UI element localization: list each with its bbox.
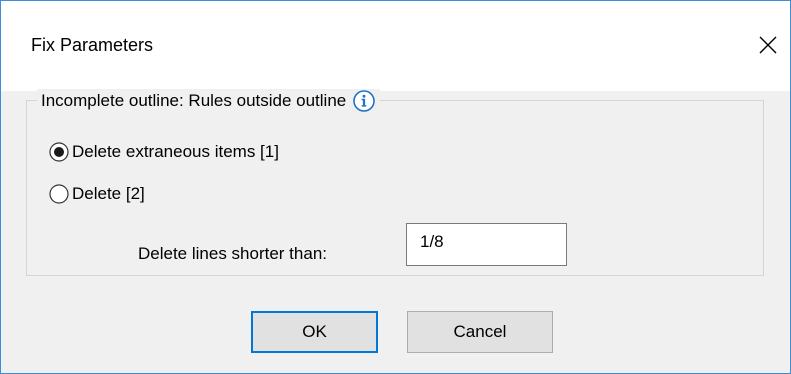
groupbox-legend: Incomplete outline: Rules outside outlin…	[37, 89, 381, 113]
radio-unselected-icon	[49, 184, 69, 204]
ok-button[interactable]: OK	[251, 311, 378, 353]
radio-delete-extraneous[interactable]: Delete extraneous items [1]	[49, 141, 279, 163]
radio-delete[interactable]: Delete [2]	[49, 183, 145, 205]
radio-delete-extraneous-label: Delete extraneous items [1]	[72, 142, 279, 161]
radio-selected-icon	[49, 142, 69, 162]
close-button[interactable]	[746, 25, 790, 65]
info-icon[interactable]	[352, 89, 376, 113]
dialog-title: Fix Parameters	[31, 35, 154, 55]
groupbox-title: Incomplete outline: Rules outside outlin…	[41, 91, 347, 110]
radio-delete-label: Delete [2]	[72, 184, 145, 203]
title-bar: Fix Parameters	[1, 1, 790, 91]
outline-groupbox: Incomplete outline: Rules outside outlin…	[26, 89, 764, 276]
close-icon	[759, 36, 777, 54]
fix-parameters-dialog: Fix Parameters Incomplete outline: Rules…	[0, 0, 791, 374]
delete-lines-input[interactable]: 1/8	[406, 223, 567, 266]
delete-lines-label: Delete lines shorter than:	[138, 244, 327, 263]
cancel-button[interactable]: Cancel	[407, 311, 553, 353]
